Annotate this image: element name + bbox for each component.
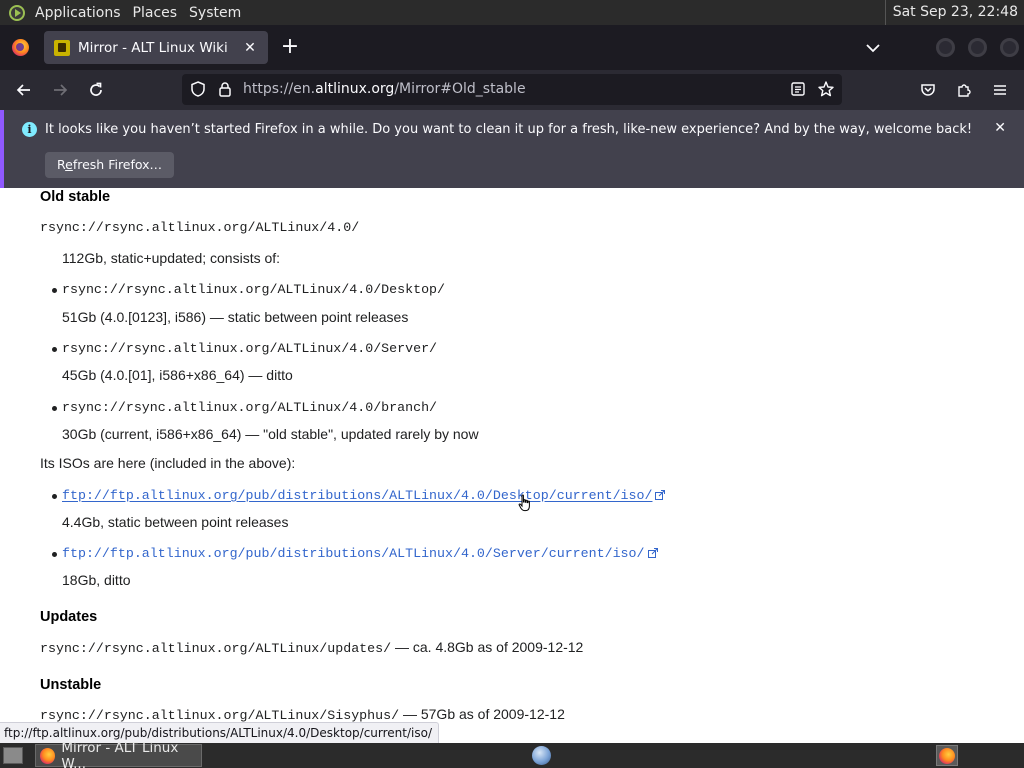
hamburger-menu-icon (994, 85, 1006, 95)
external-link-icon (647, 548, 658, 558)
old-stable-server-desc: 45Gb (4.0.[01], i586+x86_64) — ditto (62, 367, 293, 383)
hand-pointer-cursor-icon (518, 494, 530, 512)
unstable-line: rsync://rsync.altlinux.org/ALTLinux/Sisy… (40, 706, 565, 723)
tab-close-icon[interactable]: ✕ (242, 40, 258, 56)
old-stable-branch-desc: 30Gb (current, i586+x86_64) — "old stabl… (62, 426, 479, 442)
reload-icon (90, 82, 102, 96)
refresh-label-pre: R (57, 157, 66, 172)
desktop-top-panel: Applications Places System Sat Sep 23, 2… (0, 0, 1024, 25)
page-content: Old stable rsync://rsync.altlinux.org/AL… (0, 188, 1024, 743)
extensions-button[interactable] (952, 78, 976, 102)
altlinux-favicon-icon (54, 39, 70, 56)
old-stable-summary: 112Gb, static+updated; consists of: (62, 250, 281, 266)
iso-desktop-link-row: ftp://ftp.altlinux.org/pub/distributions… (62, 488, 666, 503)
tray-firefox-launcher[interactable] (936, 745, 958, 766)
old-stable-rsync-path: rsync://rsync.altlinux.org/ALTLinux/4.0/ (40, 220, 360, 235)
window-minimize-button[interactable] (936, 38, 955, 57)
isos-intro: Its ISOs are here (included in the above… (40, 455, 296, 471)
external-link-icon (655, 490, 666, 500)
iso-server-link-row: ftp://ftp.altlinux.org/pub/distributions… (62, 546, 658, 561)
bookmark-star-icon[interactable] (817, 80, 835, 98)
updates-rsync-path: rsync://rsync.altlinux.org/ALTLinux/upda… (40, 641, 392, 656)
back-button[interactable] (12, 78, 36, 102)
desktop-taskbar: Mirror - ALT Linux W... (0, 740, 1024, 768)
panel-clock[interactable]: Sat Sep 23, 22:48 (884, 0, 1024, 25)
navigation-toolbar: https://en.altlinux.org/Mirror#Old_stabl… (0, 70, 1024, 110)
tab-title: Mirror - ALT Linux Wiki (78, 39, 228, 56)
url-host: altlinux.org (315, 81, 395, 97)
tab-active[interactable]: Mirror - ALT Linux Wiki ✕ (44, 31, 268, 64)
bullet (52, 288, 57, 293)
app-menu-button[interactable] (988, 78, 1012, 102)
firefox-view-icon[interactable] (12, 39, 29, 56)
iso-server-desc: 18Gb, ditto (62, 572, 131, 588)
window-close-button[interactable] (1000, 38, 1019, 57)
bullet (52, 406, 57, 411)
network-globe-icon[interactable] (532, 746, 551, 765)
unstable-rsync-path: rsync://rsync.altlinux.org/ALTLinux/Sisy… (40, 708, 400, 723)
padlock-icon[interactable] (216, 80, 234, 98)
refresh-firefox-button[interactable]: Refresh Firefox… (45, 152, 175, 178)
refresh-label-post: fresh Firefox… (72, 157, 163, 172)
heading-old-stable: Old stable (40, 189, 111, 205)
tab-bar: Mirror - ALT Linux Wiki ✕ + (0, 25, 1024, 70)
iso-server-link[interactable]: ftp://ftp.altlinux.org/pub/distributions… (62, 546, 645, 561)
distro-logo-icon[interactable] (9, 4, 25, 21)
pocket-icon (921, 84, 935, 96)
show-desktop-button[interactable] (3, 747, 23, 764)
refresh-label-accel: e (65, 157, 73, 172)
updates-line: rsync://rsync.altlinux.org/ALTLinux/upda… (40, 639, 583, 656)
unstable-note: — 57Gb as of 2009-12-12 (399, 706, 565, 722)
firefox-icon (40, 747, 56, 764)
bullet (52, 494, 57, 499)
taskbar-window-label: Mirror - ALT Linux W... (61, 739, 179, 768)
tracking-protection-shield-icon[interactable] (189, 80, 207, 98)
list-all-tabs-chevron-down-icon[interactable] (863, 38, 883, 58)
url-bar[interactable]: https://en.altlinux.org/Mirror#Old_stabl… (182, 74, 842, 105)
forward-button[interactable] (48, 78, 72, 102)
url-text[interactable]: https://en.altlinux.org/Mirror#Old_stabl… (243, 81, 526, 97)
reload-button[interactable] (84, 78, 108, 102)
url-scheme: https://en. (243, 81, 316, 97)
heading-unstable: Unstable (40, 677, 102, 693)
menu-applications[interactable]: Applications (31, 5, 129, 21)
back-arrow-icon (16, 84, 30, 96)
old-stable-desktop-path: rsync://rsync.altlinux.org/ALTLinux/4.0/… (62, 282, 446, 297)
bullet (52, 347, 57, 352)
firefox-icon (939, 748, 955, 764)
puzzle-piece-icon (958, 84, 971, 97)
window-maximize-button[interactable] (968, 38, 987, 57)
reader-view-icon[interactable] (789, 80, 807, 98)
pocket-button[interactable] (916, 78, 940, 102)
iso-desktop-link[interactable]: ftp://ftp.altlinux.org/pub/distributions… (62, 488, 652, 503)
old-stable-desktop-desc: 51Gb (4.0.[0123], i586) — static between… (62, 309, 409, 325)
url-path: /Mirror#Old_stable (394, 81, 526, 97)
old-stable-server-path: rsync://rsync.altlinux.org/ALTLinux/4.0/… (62, 341, 438, 356)
bullet (52, 552, 57, 557)
menu-places[interactable]: Places (129, 5, 186, 21)
notification-close-icon[interactable]: ✕ (994, 120, 1006, 136)
taskbar-firefox-window[interactable]: Mirror - ALT Linux W... (35, 740, 202, 768)
forward-arrow-icon (54, 84, 68, 96)
notification-message: It looks like you haven’t started Firefo… (45, 122, 973, 137)
heading-updates: Updates (40, 609, 98, 625)
info-icon: i (22, 122, 37, 137)
iso-desktop-desc: 4.4Gb, static between point releases (62, 514, 289, 530)
new-tab-button[interactable]: + (279, 36, 301, 59)
refresh-firefox-notification: i It looks like you haven’t started Fire… (0, 110, 1024, 188)
updates-note: — ca. 4.8Gb as of 2009-12-12 (391, 639, 584, 655)
menu-system[interactable]: System (185, 5, 249, 21)
old-stable-branch-path: rsync://rsync.altlinux.org/ALTLinux/4.0/… (62, 400, 438, 415)
